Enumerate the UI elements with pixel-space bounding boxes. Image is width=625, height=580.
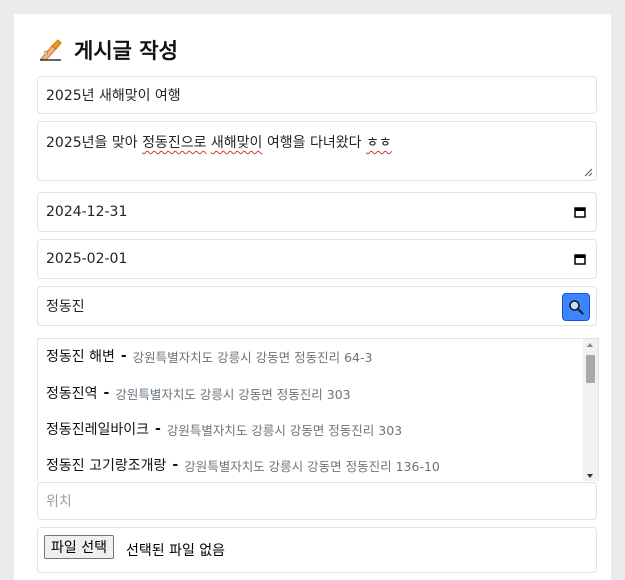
scroll-thumb[interactable] xyxy=(586,355,595,383)
resize-handle-icon[interactable] xyxy=(584,168,593,177)
start-date-input[interactable]: 2024-12-31 xyxy=(37,192,597,232)
file-input[interactable]: 파일 선택 선택된 파일 없음 xyxy=(37,527,597,573)
result-item[interactable]: 정동진 고기랑조개랑 - 강원특별자치도 강릉시 강동면 정동진리 136-10 xyxy=(46,455,440,475)
calendar-icon[interactable] xyxy=(574,253,586,265)
result-address: 강원특별자치도 강릉시 강동면 정동진리 303 xyxy=(166,422,403,438)
location-placeholder: 위치 xyxy=(46,494,72,510)
page-title-text: 게시글 작성 xyxy=(74,39,178,63)
search-button[interactable] xyxy=(562,293,590,321)
result-name: 정동진레일바이크 xyxy=(46,422,150,438)
result-address: 강원특별자치도 강릉시 강동면 정동진리 64-3 xyxy=(132,349,373,365)
result-name: 정동진 고기랑조개랑 xyxy=(46,458,167,474)
writing-hand-icon xyxy=(40,39,62,61)
end-date-input[interactable]: 2025-02-01 xyxy=(37,239,597,279)
end-date-value: 2025-02-01 xyxy=(46,251,128,267)
content-textarea[interactable]: 2025년을 맞아 정동진으로 새해맞이 여행을 다녀왔다 ㅎㅎ xyxy=(37,121,597,181)
search-results-list[interactable]: 정동진 해변 - 강원특별자치도 강릉시 강동면 정동진리 64-3 정동진역 - 강원… xyxy=(37,338,599,481)
title-input-value: 2025년 새해맞이 여행 xyxy=(46,88,181,104)
location-search-value: 정동진 xyxy=(46,299,85,315)
result-item[interactable]: 정동진레일바이크 - 강원특별자치도 강릉시 강동면 정동진리 303 xyxy=(46,419,402,439)
result-item[interactable]: 정동진 해변 - 강원특별자치도 강릉시 강동면 정동진리 64-3 xyxy=(46,346,372,366)
result-name: 정동진역 xyxy=(46,386,98,402)
scroll-down-icon[interactable] xyxy=(587,474,593,478)
result-address: 강원특별자치도 강릉시 강동면 정동진리 136-10 xyxy=(184,458,440,474)
result-name: 정동진 해변 xyxy=(46,349,115,365)
start-date-value: 2024-12-31 xyxy=(46,204,128,220)
results-scrollbar[interactable] xyxy=(583,339,598,481)
page-title: 게시글 작성 xyxy=(38,34,178,66)
location-search-input[interactable]: 정동진 xyxy=(37,286,597,326)
file-select-button[interactable]: 파일 선택 xyxy=(44,535,114,559)
magnifier-icon xyxy=(569,300,584,315)
result-item[interactable]: 정동진역 - 강원특별자치도 강릉시 강동면 정동진리 303 xyxy=(46,383,351,403)
file-status-text: 선택된 파일 없음 xyxy=(126,543,226,559)
result-address: 강원특별자치도 강릉시 강동면 정동진리 303 xyxy=(115,386,351,402)
post-form-card: 게시글 작성 2025년 새해맞이 여행 2025년을 맞아 정동진으로 새해맞… xyxy=(14,14,611,580)
scroll-up-icon[interactable] xyxy=(587,343,593,347)
title-input[interactable]: 2025년 새해맞이 여행 xyxy=(37,76,597,114)
calendar-icon[interactable] xyxy=(574,206,586,218)
location-input[interactable]: 위치 xyxy=(37,482,597,520)
content-text: 2025년을 맞아 정동진으로 새해맞이 여행을 다녀왔다 ㅎㅎ xyxy=(46,135,392,151)
